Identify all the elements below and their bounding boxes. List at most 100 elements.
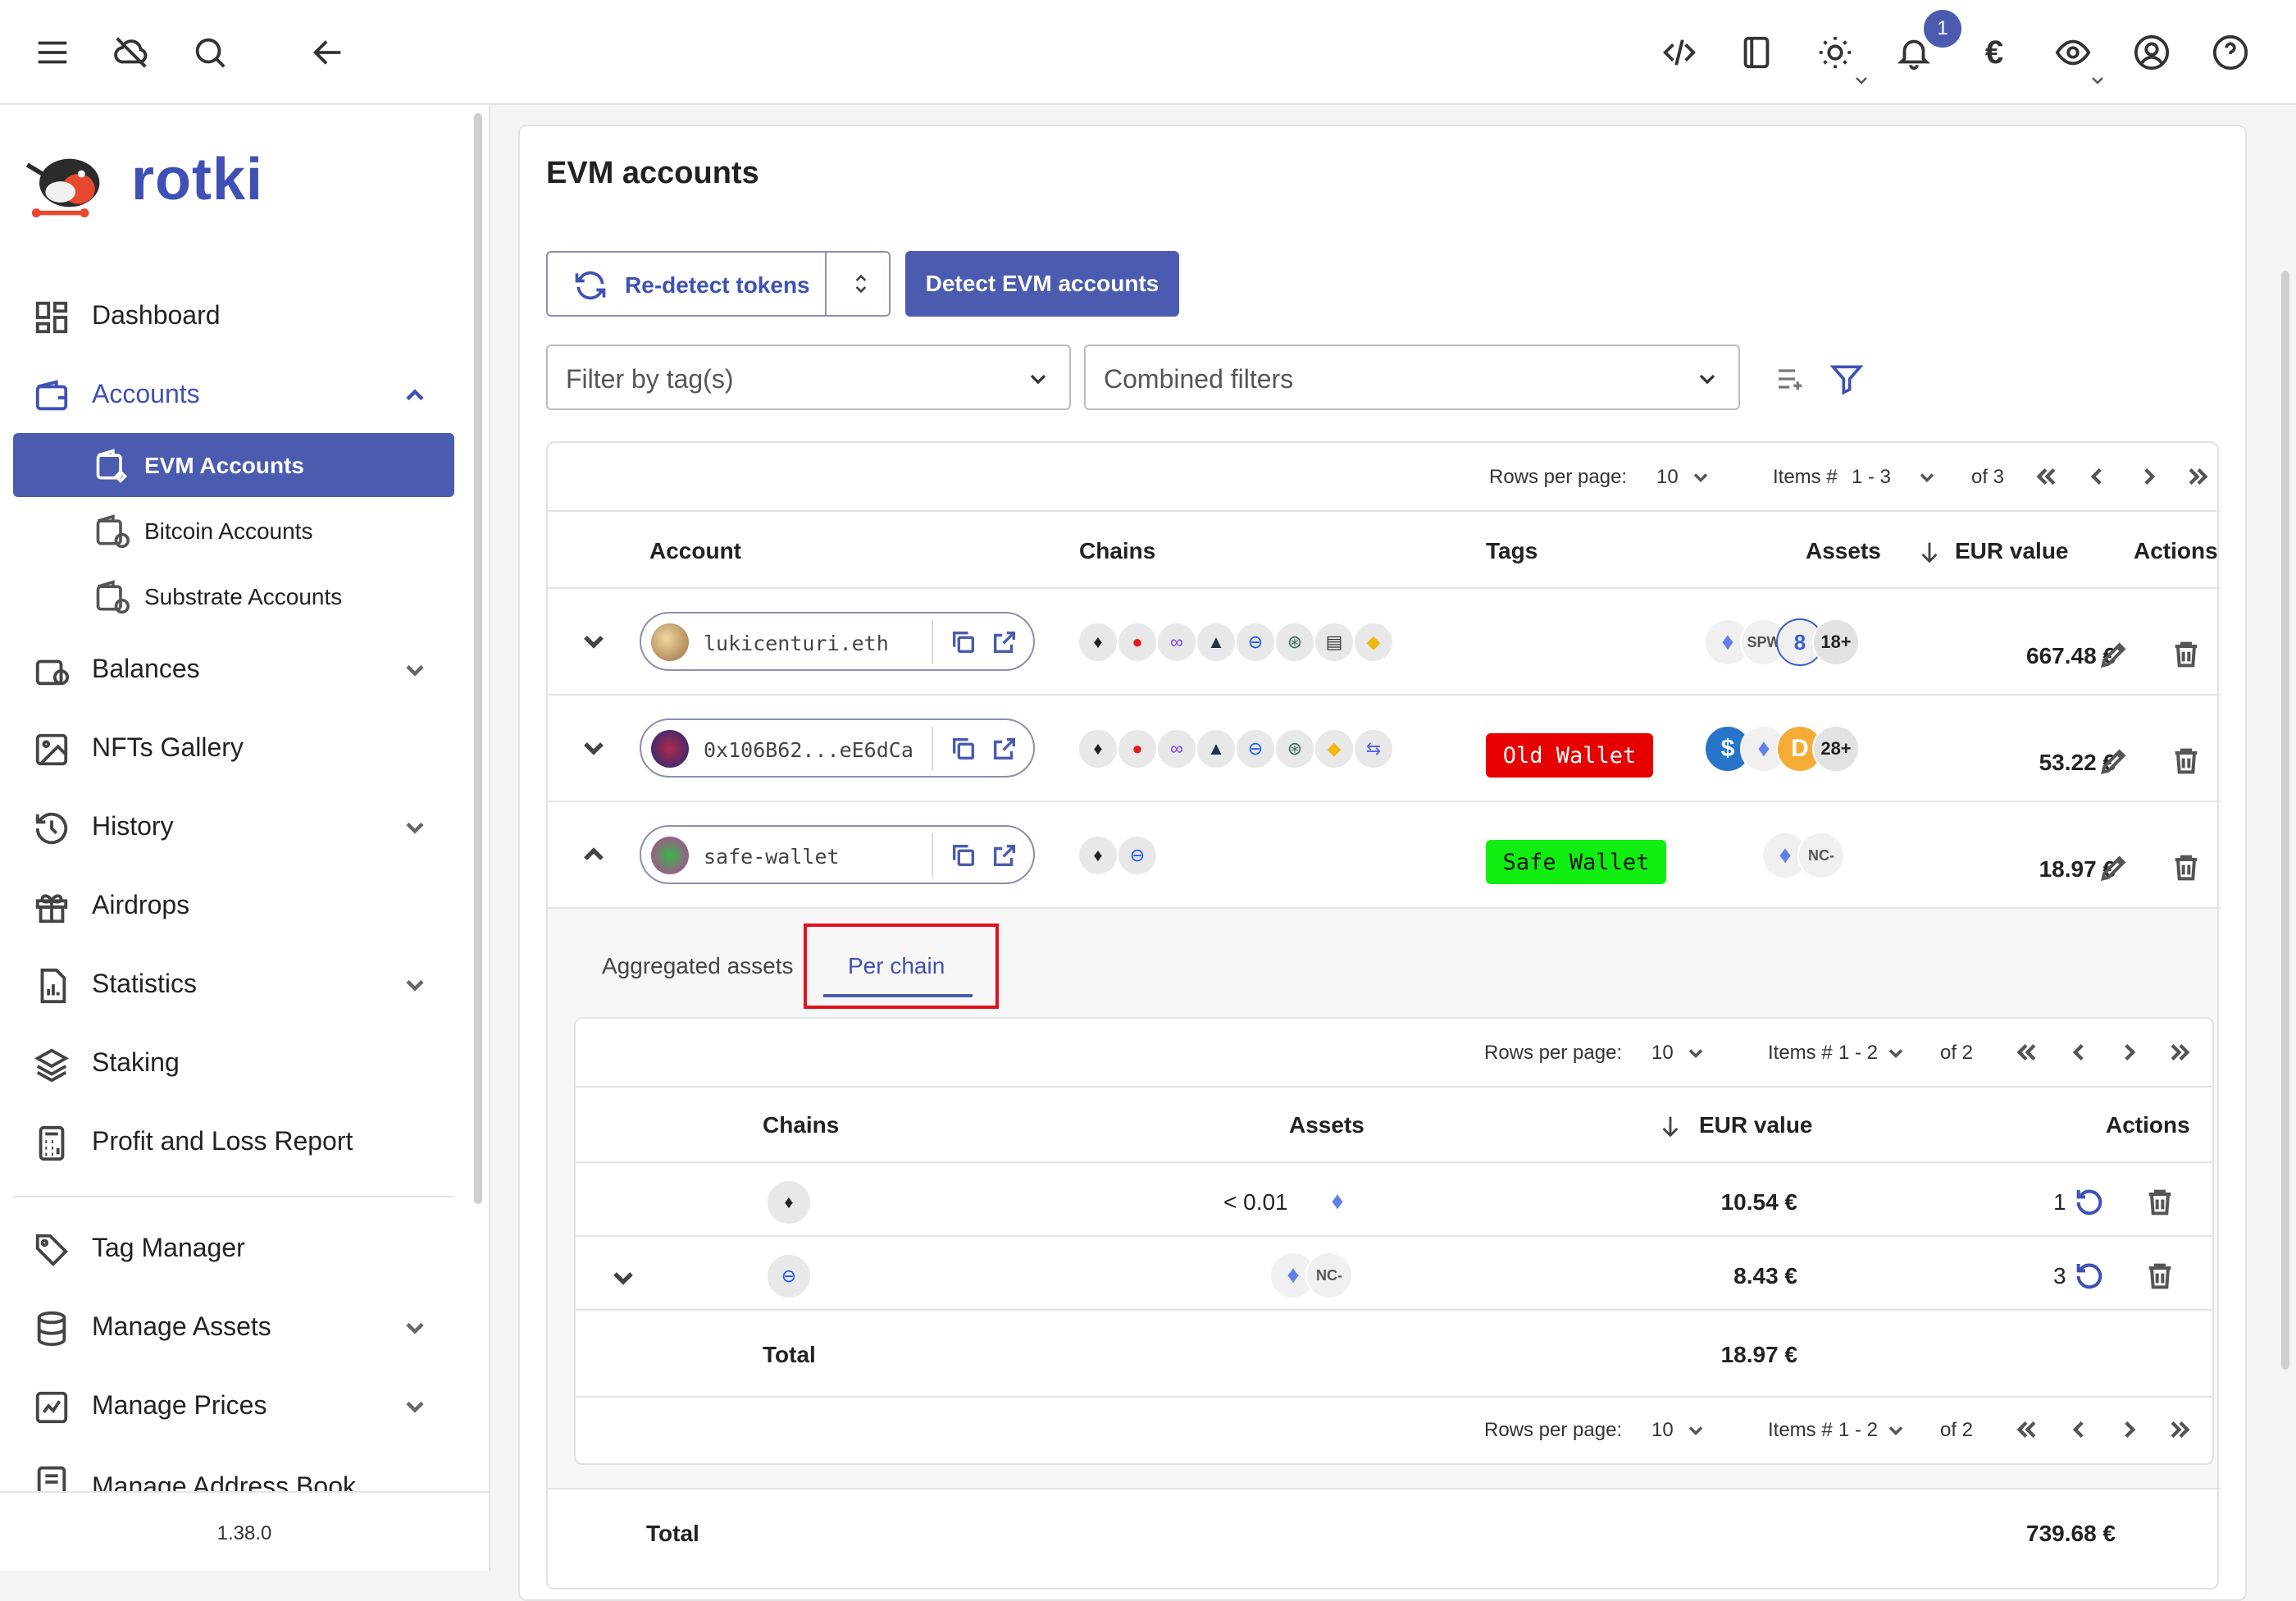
sidebar-item-tag-manager[interactable]: Tag Manager [0, 1215, 459, 1280]
back-arrow-icon[interactable] [300, 25, 356, 80]
chevron-down-icon[interactable] [400, 813, 430, 842]
refresh-icon[interactable] [2073, 1186, 2106, 1219]
eye-caret-icon[interactable] [2088, 71, 2107, 90]
sidebar-subitem-substrate-accounts[interactable]: Substrate Accounts [13, 564, 454, 628]
first-page-icon[interactable] [2012, 1416, 2040, 1444]
last-page-icon[interactable] [2166, 1038, 2194, 1066]
items-range-select[interactable]: 1 - 2 [1838, 1419, 1878, 1442]
chevron-down-icon[interactable] [1884, 1042, 1907, 1065]
base-chain-icon[interactable]: ⊖ [1235, 728, 1276, 769]
euro-icon[interactable]: € [1966, 25, 2022, 80]
scroll-chain-icon[interactable]: ▤ [1314, 622, 1355, 663]
optimism-chain-icon[interactable]: ● [1117, 728, 1158, 769]
sidebar-item-accounts[interactable]: Accounts [0, 361, 459, 426]
sidebar-item-profit-and-loss-report[interactable]: Profit and Loss Report [0, 1108, 459, 1174]
ethereum-chain-icon[interactable]: ♦ [1077, 835, 1118, 876]
sort-arrow-down-icon[interactable] [1916, 538, 1943, 566]
edit-icon[interactable] [2098, 638, 2130, 671]
edit-icon[interactable] [2098, 851, 2130, 884]
base-chain-icon[interactable]: ⊖ [1117, 835, 1158, 876]
delete-icon[interactable] [2143, 1260, 2176, 1293]
refresh-icon[interactable] [572, 267, 608, 303]
base-chain-icon[interactable]: ⊖ [1235, 622, 1276, 663]
next-page-icon[interactable] [2116, 1038, 2143, 1066]
main-scrollbar[interactable] [2281, 271, 2289, 1370]
sidebar-item-balances[interactable]: Balances [0, 636, 459, 701]
rows-per-page-select[interactable]: 10 [1651, 1419, 1674, 1442]
copy-icon[interactable] [950, 842, 977, 869]
redetect-tokens-button[interactable]: Re-detect tokens [625, 272, 810, 299]
filter-by-tags-select[interactable]: Filter by tag(s) [546, 344, 1071, 410]
expand-row-button[interactable] [577, 625, 610, 658]
sort-list-icon[interactable] [1774, 363, 1807, 395]
sidebar-item-staking[interactable]: Staking [0, 1029, 459, 1095]
sidebar-item-manage-address-book[interactable]: Manage Address Book [0, 1447, 459, 1491]
rows-per-page-select[interactable]: 10 [1651, 1042, 1674, 1065]
sidebar-item-airdrops[interactable]: Airdrops [0, 872, 459, 937]
base-chain-icon[interactable]: ⊖ [766, 1253, 812, 1299]
polygon-chain-icon[interactable]: ∞ [1156, 622, 1197, 663]
header-eur-value[interactable]: EUR value [1955, 538, 2069, 564]
items-range-select[interactable]: 1 - 3 [1852, 466, 1891, 489]
unfold-icon[interactable] [848, 271, 874, 297]
delete-icon[interactable] [2170, 745, 2203, 778]
expand-row-button[interactable] [577, 732, 610, 764]
prev-page-icon[interactable] [2083, 463, 2111, 490]
chevron-up-icon[interactable] [400, 381, 430, 410]
header-account[interactable]: Account [649, 538, 741, 564]
expand-row-button[interactable] [607, 1261, 640, 1294]
delete-icon[interactable] [2170, 638, 2203, 671]
delete-icon[interactable] [2143, 1186, 2176, 1219]
sidebar-scrollbar[interactable] [474, 113, 482, 1204]
sidebar-item-dashboard[interactable]: Dashboard [0, 282, 459, 348]
chevron-down-icon[interactable] [1916, 466, 1938, 489]
chevron-down-icon[interactable] [1689, 466, 1712, 489]
sidebar-subitem-evm-accounts[interactable]: EVM Accounts [13, 433, 454, 497]
code-icon[interactable] [1651, 25, 1707, 80]
notes-icon[interactable] [1729, 25, 1784, 80]
sidebar-item-statistics[interactable]: Statistics [0, 951, 459, 1016]
items-range-select[interactable]: 1 - 2 [1838, 1042, 1878, 1065]
ethereum-chain-icon[interactable]: ♦ [766, 1179, 812, 1225]
zksync-chain-icon[interactable]: ⇆ [1353, 728, 1394, 769]
collapse-row-button[interactable] [577, 838, 610, 871]
bsc-chain-icon[interactable]: ◆ [1314, 728, 1355, 769]
chevron-down-icon[interactable] [1684, 1419, 1707, 1442]
sidebar-item-manage-assets[interactable]: Manage Assets [0, 1293, 459, 1359]
external-link-icon[interactable] [991, 628, 1018, 656]
user-icon[interactable] [2124, 25, 2180, 80]
next-page-icon[interactable] [2135, 463, 2163, 490]
filter-icon[interactable] [1829, 361, 1865, 397]
menu-icon[interactable] [25, 25, 80, 80]
external-link-icon[interactable] [991, 842, 1018, 869]
prev-page-icon[interactable] [2065, 1416, 2093, 1444]
rows-per-page-select[interactable]: 10 [1656, 466, 1679, 489]
sort-arrow-down-icon[interactable] [1656, 1112, 1684, 1140]
chevron-down-icon[interactable] [400, 1313, 430, 1343]
arbitrum-chain-icon[interactable]: ▲ [1196, 622, 1237, 663]
copy-icon[interactable] [950, 735, 977, 763]
chevron-down-icon[interactable] [1884, 1419, 1907, 1442]
delete-icon[interactable] [2170, 851, 2203, 884]
sidebar-item-history[interactable]: History [0, 793, 459, 859]
sidebar-item-manage-prices[interactable]: Manage Prices [0, 1372, 459, 1438]
combined-filters-select[interactable]: Combined filters [1084, 344, 1740, 410]
tab-aggregated-assets[interactable]: Aggregated assets [602, 953, 794, 979]
header-eur-value[interactable]: EUR value [1699, 1112, 1813, 1138]
chevron-down-icon[interactable] [400, 1392, 430, 1421]
gnosis-chain-icon[interactable]: ⊛ [1274, 728, 1315, 769]
nc-asset-icon[interactable]: NC- [1305, 1252, 1353, 1299]
more-assets-badge[interactable]: 18+ [1812, 618, 1860, 666]
more-assets-badge[interactable]: 28+ [1812, 725, 1860, 773]
copy-icon[interactable] [950, 628, 977, 656]
sidebar-subitem-bitcoin-accounts[interactable]: Bitcoin Accounts [13, 499, 454, 563]
optimism-chain-icon[interactable]: ● [1117, 622, 1158, 663]
bsc-chain-icon[interactable]: ◆ [1353, 622, 1394, 663]
tag-old-wallet[interactable]: Old Wallet [1486, 733, 1653, 778]
refresh-icon[interactable] [2073, 1260, 2106, 1293]
cloud-off-icon[interactable] [103, 25, 159, 80]
external-link-icon[interactable] [991, 735, 1018, 763]
prev-page-icon[interactable] [2065, 1038, 2093, 1066]
arbitrum-chain-icon[interactable]: ▲ [1196, 728, 1237, 769]
edit-icon[interactable] [2098, 745, 2130, 778]
